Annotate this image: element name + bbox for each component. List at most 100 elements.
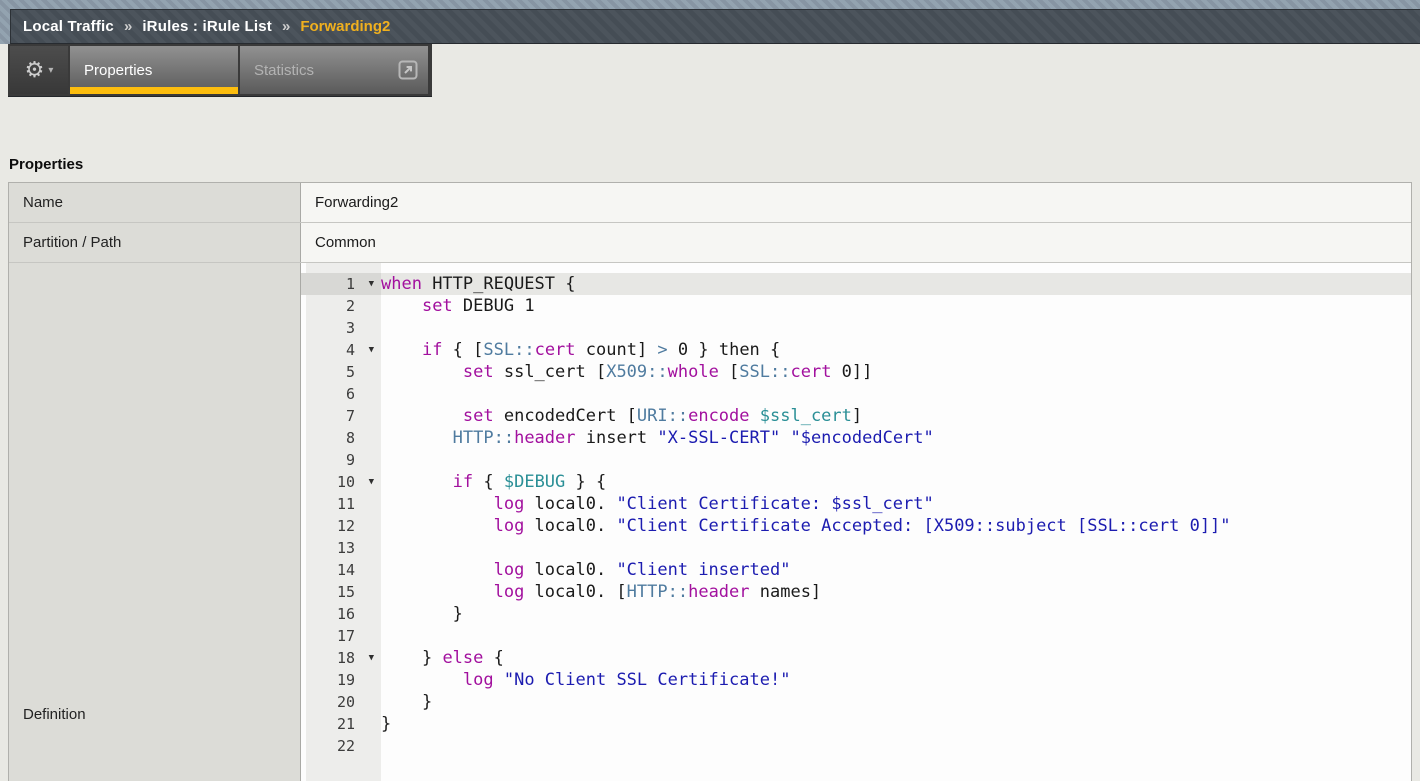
editor-line[interactable]: 3 bbox=[301, 317, 1411, 339]
line-number: 4▼ bbox=[301, 339, 381, 361]
line-number: 1▼ bbox=[301, 273, 381, 295]
line-number: 18▼ bbox=[301, 647, 381, 669]
code-line-text: } bbox=[381, 603, 1411, 625]
line-number: 3 bbox=[301, 317, 381, 339]
partition-path-value: Common bbox=[301, 223, 1411, 262]
editor-line[interactable]: 6 bbox=[301, 383, 1411, 405]
line-number: 12 bbox=[301, 515, 381, 537]
code-editor-lines: 1▼when HTTP_REQUEST {2 set DEBUG 134▼ if… bbox=[301, 273, 1411, 757]
header-strip: Local Traffic » iRules : iRule List » Fo… bbox=[0, 0, 1420, 44]
editor-line[interactable]: 19 log "No Client SSL Certificate!" bbox=[301, 669, 1411, 691]
editor-line[interactable]: 21} bbox=[301, 713, 1411, 735]
editor-line[interactable]: 2 set DEBUG 1 bbox=[301, 295, 1411, 317]
editor-line[interactable]: 22 bbox=[301, 735, 1411, 757]
code-line-text bbox=[381, 449, 1411, 471]
table-row: Partition / Path Common bbox=[9, 223, 1411, 263]
breadcrumb-item-irule-list[interactable]: iRules : iRule List bbox=[142, 18, 272, 35]
line-number: 11 bbox=[301, 493, 381, 515]
line-number: 19 bbox=[301, 669, 381, 691]
editor-line[interactable]: 18▼ } else { bbox=[301, 647, 1411, 669]
name-value: Forwarding2 bbox=[301, 183, 1411, 222]
code-line-text: } bbox=[381, 713, 1411, 735]
code-line-text: set DEBUG 1 bbox=[381, 295, 1411, 317]
page-title: Properties bbox=[9, 156, 83, 173]
editor-line[interactable]: 9 bbox=[301, 449, 1411, 471]
editor-line[interactable]: 11 log local0. "Client Certificate: $ssl… bbox=[301, 493, 1411, 515]
chevron-down-icon: ▾ bbox=[48, 65, 53, 76]
external-link-icon bbox=[398, 60, 418, 85]
fold-arrow-icon[interactable]: ▼ bbox=[369, 647, 374, 669]
code-line-text: log local0. "Client Certificate: $ssl_ce… bbox=[381, 493, 1411, 515]
editor-line[interactable]: 7 set encodedCert [URI::encode $ssl_cert… bbox=[301, 405, 1411, 427]
breadcrumb-separator-icon: » bbox=[124, 18, 132, 35]
breadcrumb-separator-icon: » bbox=[282, 18, 290, 35]
editor-line[interactable]: 10▼ if { $DEBUG } { bbox=[301, 471, 1411, 493]
line-number: 14 bbox=[301, 559, 381, 581]
editor-line[interactable]: 5 set ssl_cert [X509::whole [SSL::cert 0… bbox=[301, 361, 1411, 383]
code-line-text bbox=[381, 383, 1411, 405]
breadcrumb: Local Traffic » iRules : iRule List » Fo… bbox=[10, 9, 1420, 44]
table-row: Definition 1▼when HTTP_REQUEST {2 set DE… bbox=[9, 263, 1411, 781]
line-number: 10▼ bbox=[301, 471, 381, 493]
code-line-text: log "No Client SSL Certificate!" bbox=[381, 669, 1411, 691]
line-number: 9 bbox=[301, 449, 381, 471]
line-number: 8 bbox=[301, 427, 381, 449]
line-number: 13 bbox=[301, 537, 381, 559]
code-line-text: } else { bbox=[381, 647, 1411, 669]
code-line-text bbox=[381, 625, 1411, 647]
code-line-text: set encodedCert [URI::encode $ssl_cert] bbox=[381, 405, 1411, 427]
properties-table: Name Forwarding2 Partition / Path Common… bbox=[8, 182, 1412, 781]
code-line-text: when HTTP_REQUEST { bbox=[381, 273, 1411, 295]
gear-menu-button[interactable]: ⚙ ▾ bbox=[10, 46, 68, 94]
name-label: Name bbox=[9, 183, 301, 222]
code-line-text: } bbox=[381, 691, 1411, 713]
fold-arrow-icon[interactable]: ▼ bbox=[369, 339, 374, 361]
code-editor[interactable]: 1▼when HTTP_REQUEST {2 set DEBUG 134▼ if… bbox=[301, 263, 1411, 781]
tab-statistics[interactable]: Statistics bbox=[240, 46, 428, 94]
editor-line[interactable]: 15 log local0. [HTTP::header names] bbox=[301, 581, 1411, 603]
tab-statistics-label: Statistics bbox=[254, 62, 314, 79]
editor-line[interactable]: 17 bbox=[301, 625, 1411, 647]
editor-line[interactable]: 16 } bbox=[301, 603, 1411, 625]
breadcrumb-item-current: Forwarding2 bbox=[300, 18, 390, 35]
code-line-text: set ssl_cert [X509::whole [SSL::cert 0]] bbox=[381, 361, 1411, 383]
line-number: 6 bbox=[301, 383, 381, 405]
code-line-text: log local0. [HTTP::header names] bbox=[381, 581, 1411, 603]
editor-line[interactable]: 12 log local0. "Client Certificate Accep… bbox=[301, 515, 1411, 537]
code-line-text: HTTP::header insert "X-SSL-CERT" "$encod… bbox=[381, 427, 1411, 449]
fold-arrow-icon[interactable]: ▼ bbox=[369, 471, 374, 493]
irule-properties-page: Local Traffic » iRules : iRule List » Fo… bbox=[0, 0, 1420, 781]
editor-line[interactable]: 1▼when HTTP_REQUEST { bbox=[301, 273, 1411, 295]
code-line-text: if { [SSL::cert count] > 0 } then { bbox=[381, 339, 1411, 361]
tab-properties[interactable]: Properties bbox=[70, 46, 238, 94]
partition-path-label: Partition / Path bbox=[9, 223, 301, 262]
definition-label: Definition bbox=[9, 263, 301, 781]
line-number: 17 bbox=[301, 625, 381, 647]
line-number: 22 bbox=[301, 735, 381, 757]
code-line-text bbox=[381, 537, 1411, 559]
table-row: Name Forwarding2 bbox=[9, 183, 1411, 223]
editor-line[interactable]: 13 bbox=[301, 537, 1411, 559]
code-line-text: log local0. "Client Certificate Accepted… bbox=[381, 515, 1411, 537]
line-number: 16 bbox=[301, 603, 381, 625]
tab-bar: ⚙ ▾ Properties Statistics bbox=[8, 44, 432, 97]
definition-value: 1▼when HTTP_REQUEST {2 set DEBUG 134▼ if… bbox=[301, 263, 1411, 781]
code-line-text bbox=[381, 317, 1411, 339]
line-number: 21 bbox=[301, 713, 381, 735]
breadcrumb-item-local-traffic[interactable]: Local Traffic bbox=[23, 18, 114, 35]
line-number: 20 bbox=[301, 691, 381, 713]
tab-properties-label: Properties bbox=[84, 62, 152, 79]
line-number: 15 bbox=[301, 581, 381, 603]
editor-line[interactable]: 8 HTTP::header insert "X-SSL-CERT" "$enc… bbox=[301, 427, 1411, 449]
fold-arrow-icon[interactable]: ▼ bbox=[369, 273, 374, 295]
line-number: 2 bbox=[301, 295, 381, 317]
line-number: 5 bbox=[301, 361, 381, 383]
editor-line[interactable]: 14 log local0. "Client inserted" bbox=[301, 559, 1411, 581]
code-line-text: log local0. "Client inserted" bbox=[381, 559, 1411, 581]
editor-line[interactable]: 4▼ if { [SSL::cert count] > 0 } then { bbox=[301, 339, 1411, 361]
code-line-text: if { $DEBUG } { bbox=[381, 471, 1411, 493]
line-number: 7 bbox=[301, 405, 381, 427]
gear-icon: ⚙ bbox=[25, 59, 45, 81]
code-line-text bbox=[381, 735, 1411, 757]
editor-line[interactable]: 20 } bbox=[301, 691, 1411, 713]
